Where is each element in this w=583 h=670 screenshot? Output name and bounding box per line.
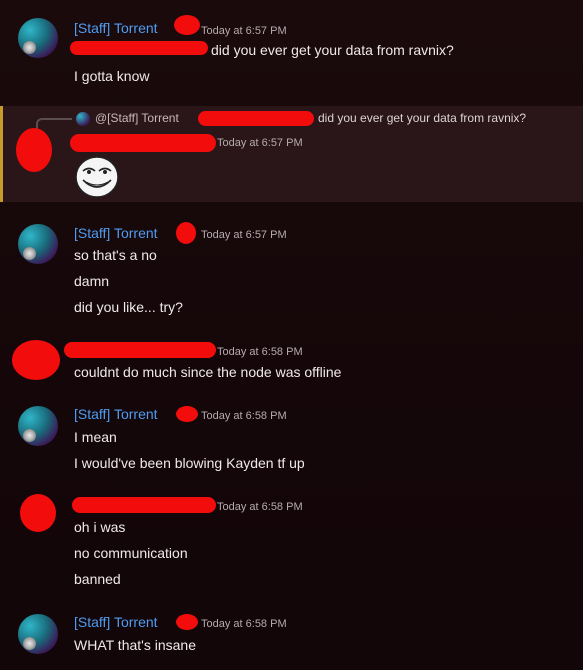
timestamp: Today at 6:58 PM [217, 501, 303, 513]
message-text: no communication [74, 545, 188, 561]
message-text: so that's a no [74, 247, 157, 263]
redaction-mark [64, 342, 216, 358]
message-text: did you like... try? [74, 299, 183, 315]
avatar[interactable] [18, 18, 58, 58]
mention-highlight-edge [0, 106, 3, 202]
message-text: I would've been blowing Kayden tf up [74, 455, 305, 471]
author-name[interactable]: [Staff] Torrent [74, 20, 158, 36]
reply-author[interactable]: @[Staff] Torrent [95, 111, 179, 125]
author-name[interactable]: [Staff] Torrent [74, 614, 158, 630]
message-text: I mean [74, 429, 117, 445]
redaction-mark [176, 614, 198, 630]
avatar[interactable] [18, 406, 58, 446]
avatar[interactable] [18, 224, 58, 264]
timestamp: Today at 6:57 PM [201, 25, 287, 37]
redaction-mark [20, 494, 56, 532]
author-name[interactable]: [Staff] Torrent [74, 225, 158, 241]
timestamp: Today at 6:58 PM [201, 410, 287, 422]
trollface-sticker-icon[interactable] [74, 155, 120, 199]
timestamp: Today at 6:57 PM [217, 137, 303, 149]
message-text: banned [74, 571, 121, 587]
message-text: I gotta know [74, 68, 150, 84]
message-text: WHAT that's insane [74, 637, 196, 653]
timestamp: Today at 6:58 PM [201, 618, 287, 630]
reply-avatar [76, 112, 90, 126]
timestamp: Today at 6:57 PM [201, 229, 287, 241]
redaction-mark [174, 15, 200, 35]
redaction-mark [70, 41, 208, 55]
timestamp: Today at 6:58 PM [217, 346, 303, 358]
author-name[interactable]: [Staff] Torrent [74, 406, 158, 422]
redaction-mark [198, 111, 314, 126]
message-text: oh i was [74, 519, 126, 535]
redaction-mark [176, 222, 196, 244]
redaction-mark [12, 340, 60, 380]
redaction-mark [16, 128, 52, 172]
redaction-mark [176, 406, 198, 422]
redaction-mark [72, 497, 216, 513]
avatar[interactable] [18, 614, 58, 654]
message-text: damn [74, 273, 110, 289]
reply-preview[interactable]: did you ever get your data from ravnix? [318, 111, 526, 125]
message-text: couldnt do much since the node was offli… [74, 364, 342, 380]
redaction-mark [70, 134, 216, 152]
message-text: did you ever get your data from ravnix? [211, 42, 454, 58]
